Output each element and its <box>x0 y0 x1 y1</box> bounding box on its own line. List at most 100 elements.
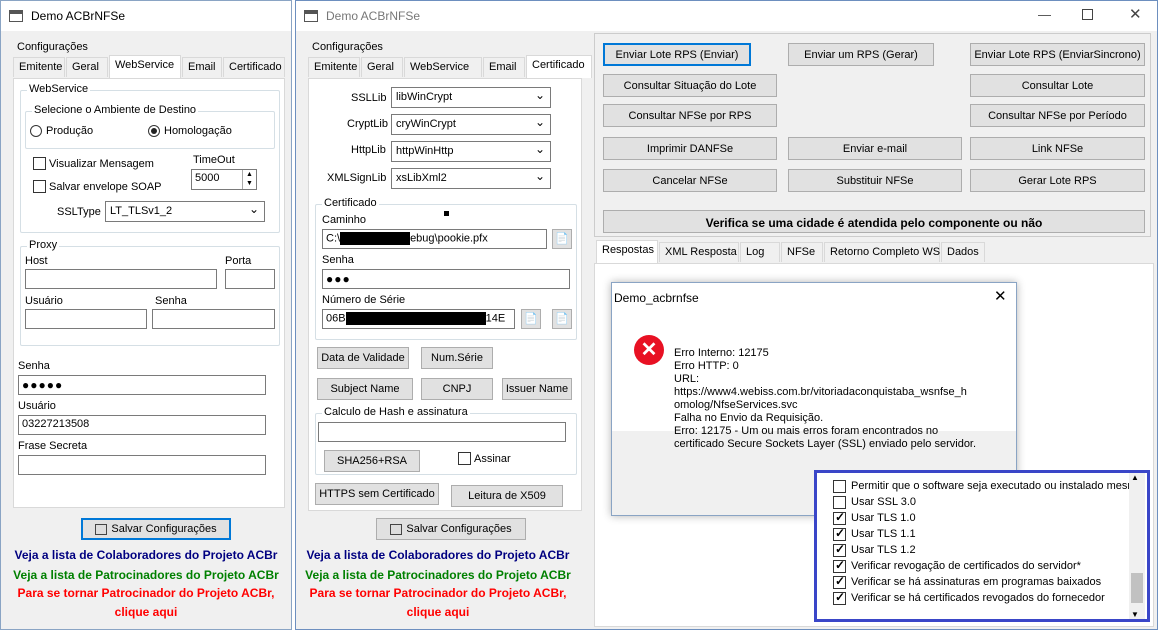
cert-view-icon[interactable]: 📄 <box>552 309 572 329</box>
options-scrollbar[interactable]: ▲ ▼ <box>1129 473 1145 619</box>
scroll-thumb[interactable] <box>1131 573 1143 603</box>
subject-name-button[interactable]: Subject Name <box>317 378 413 400</box>
chk-visualizar[interactable] <box>33 157 46 170</box>
option-row[interactable]: Usar TLS 1.1 <box>833 526 1133 543</box>
maximize-icon[interactable] <box>1082 9 1093 20</box>
patrocinadores-link-main[interactable]: Veja a lista de Patrocinadores do Projet… <box>288 568 588 582</box>
sha256-button[interactable]: SHA256+RSA <box>324 450 420 472</box>
tab-emitente[interactable]: Emitente <box>13 57 65 77</box>
serie-input[interactable]: 06B 14E <box>322 309 515 329</box>
option-row[interactable]: Verificar se há assinaturas em programas… <box>833 574 1133 591</box>
option-checkbox[interactable] <box>833 574 846 589</box>
patrocinador-link[interactable]: Para se tornar Patrocinador do Projeto A… <box>1 586 291 600</box>
tab-dados[interactable]: Dados <box>941 242 985 262</box>
option-checkbox[interactable] <box>833 590 846 605</box>
option-row[interactable]: Permitir que o software seja executado o… <box>833 479 1133 495</box>
option-row[interactable]: Verificar se há certificados revogados d… <box>833 590 1133 607</box>
tab-email[interactable]: Email <box>182 57 222 77</box>
browse-file-icon[interactable]: 📄 <box>552 229 572 249</box>
consultar-situacao-button[interactable]: Consultar Situação do Lote <box>603 74 777 97</box>
tab-certificado[interactable]: Certificado <box>526 55 592 78</box>
tab-geral[interactable]: Geral <box>66 57 108 77</box>
tab-log[interactable]: Log <box>740 242 780 262</box>
tab-webservice[interactable]: WebService <box>109 55 181 78</box>
tab-retorno-completo[interactable]: Retorno Completo WS <box>824 242 940 262</box>
enviar-lote-button[interactable]: Enviar Lote RPS (Enviar) <box>603 43 751 66</box>
chk-salvar-soap[interactable] <box>33 180 46 193</box>
issuer-name-button[interactable]: Issuer Name <box>502 378 572 400</box>
enviar-rps-button[interactable]: Enviar um RPS (Gerar) <box>788 43 934 66</box>
colaboradores-link-main[interactable]: Veja a lista de Colaboradores do Projeto… <box>288 548 588 562</box>
hash-input[interactable] <box>318 422 566 442</box>
httplib-select[interactable]: httpWinHttp <box>391 141 551 162</box>
option-checkbox[interactable] <box>833 480 846 493</box>
data-validade-button[interactable]: Data de Validade <box>317 347 409 369</box>
consultar-periodo-button[interactable]: Consultar NFSe por Período <box>970 104 1145 127</box>
usuario-input[interactable]: 03227213508 <box>18 415 266 435</box>
option-row[interactable]: Usar TLS 1.2 <box>833 542 1133 559</box>
gerar-lote-button[interactable]: Gerar Lote RPS <box>970 169 1145 192</box>
scroll-up-icon[interactable]: ▲ <box>1131 473 1139 482</box>
clique-aqui-link-main[interactable]: clique aqui <box>288 605 588 619</box>
option-row[interactable]: Usar SSL 3.0 <box>833 495 1133 511</box>
title-bar-main[interactable]: Demo ACBrNFSe — ✕ <box>296 1 1157 31</box>
tab-xml-resposta[interactable]: XML Resposta <box>659 242 739 262</box>
dialog-close-icon[interactable]: ✕ <box>994 287 1007 305</box>
verifica-cidade-button[interactable]: Verifica se uma cidade é atendida pelo c… <box>603 210 1145 233</box>
option-checkbox[interactable] <box>833 526 846 541</box>
proxy-usuario-input[interactable] <box>25 309 147 329</box>
salvar-config-button-main[interactable]: Salvar Configurações <box>376 518 526 540</box>
cancelar-nfse-button[interactable]: Cancelar NFSe <box>603 169 777 192</box>
frase-input[interactable] <box>18 455 266 475</box>
salvar-config-button[interactable]: Salvar Configurações <box>81 518 231 540</box>
enviar-email-button[interactable]: Enviar e-mail <box>788 137 962 160</box>
consultar-lote-button[interactable]: Consultar Lote <box>970 74 1145 97</box>
num-serie-button[interactable]: Num.Série <box>421 347 493 369</box>
option-checkbox[interactable] <box>833 496 846 509</box>
tab-email[interactable]: Email <box>483 57 525 77</box>
senha-input[interactable]: ●●●●● <box>18 375 266 395</box>
tab-geral[interactable]: Geral <box>361 57 403 77</box>
substituir-nfse-button[interactable]: Substituir NFSe <box>788 169 962 192</box>
option-row[interactable]: Usar TLS 1.0 <box>833 510 1133 527</box>
option-row[interactable]: Verificar revogação de certificados do s… <box>833 558 1133 575</box>
tab-respostas[interactable]: Respostas <box>596 240 658 263</box>
patrocinador-link-main[interactable]: Para se tornar Patrocinador do Projeto A… <box>288 586 588 600</box>
https-sem-cert-button[interactable]: HTTPS sem Certificado <box>315 483 439 505</box>
option-checkbox[interactable] <box>833 510 846 525</box>
caminho-input[interactable]: C:\ ebug\pookie.pfx <box>322 229 547 249</box>
scroll-down-icon[interactable]: ▼ <box>1131 610 1139 619</box>
imprimir-danfse-button[interactable]: Imprimir DANFSe <box>603 137 777 160</box>
radio-producao[interactable] <box>30 125 42 137</box>
xmlsign-select[interactable]: xsLibXml2 <box>391 168 551 189</box>
clique-aqui-link[interactable]: clique aqui <box>1 605 291 619</box>
patrocinadores-link[interactable]: Veja a lista de Patrocinadores do Projet… <box>1 568 291 582</box>
link-nfse-button[interactable]: Link NFSe <box>970 137 1145 160</box>
tab-certificado[interactable]: Certificado <box>223 57 285 77</box>
option-checkbox[interactable] <box>833 558 846 573</box>
option-checkbox[interactable] <box>833 542 846 557</box>
ssllib-select[interactable]: libWinCrypt <box>391 87 551 108</box>
consultar-nfse-rps-button[interactable]: Consultar NFSe por RPS <box>603 104 777 127</box>
porta-input[interactable] <box>225 269 275 289</box>
minimize-icon[interactable]: — <box>1038 7 1051 22</box>
proxy-senha-input[interactable] <box>152 309 275 329</box>
ssltype-select[interactable]: LT_TLSv1_2 <box>105 201 265 222</box>
title-bar[interactable]: Demo ACBrNFSe <box>1 1 291 31</box>
leitura-x509-button[interactable]: Leitura de X509 <box>451 485 563 507</box>
tab-emitente[interactable]: Emitente <box>308 57 360 77</box>
close-icon[interactable]: ✕ <box>1129 5 1142 23</box>
tab-webservice[interactable]: WebService <box>404 57 482 77</box>
host-input[interactable] <box>25 269 217 289</box>
cnpj-button[interactable]: CNPJ <box>421 378 493 400</box>
colaboradores-link[interactable]: Veja a lista de Colaboradores do Projeto… <box>1 548 291 562</box>
spin-arrows-icon[interactable]: ▲ ▼ <box>242 170 256 189</box>
chk-assinar[interactable] <box>458 452 471 465</box>
timeout-input[interactable]: 5000 ▲ ▼ <box>191 169 257 190</box>
enviar-sincrono-button[interactable]: Enviar Lote RPS (EnviarSincrono) <box>970 43 1145 66</box>
tab-nfse[interactable]: NFSe <box>781 242 823 262</box>
cert-senha-input[interactable]: ●●● <box>322 269 570 289</box>
cert-select-icon[interactable]: 📄 <box>521 309 541 329</box>
cryptlib-select[interactable]: cryWinCrypt <box>391 114 551 135</box>
radio-homologacao[interactable] <box>148 125 160 137</box>
